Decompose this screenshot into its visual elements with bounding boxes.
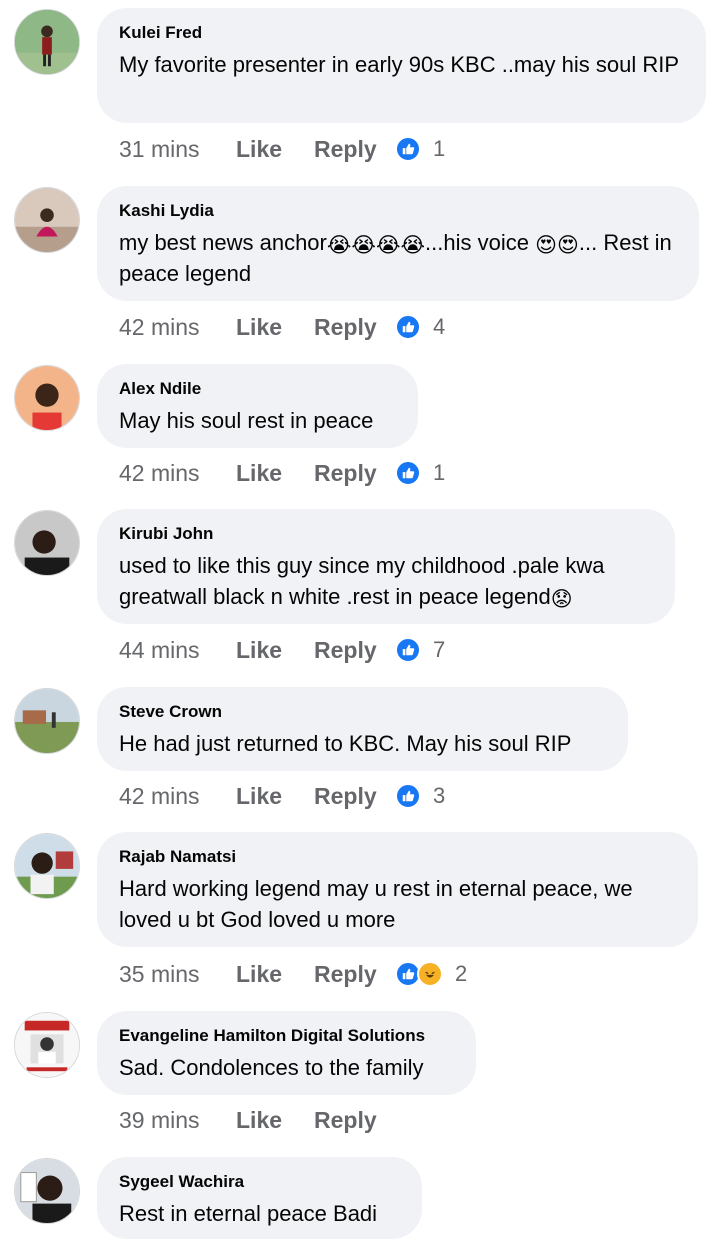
reply-button[interactable]: Reply [314, 136, 395, 163]
comment-actions: 44 mins Like Reply 7 [119, 635, 445, 665]
reply-button[interactable]: Reply [314, 460, 395, 487]
reply-button[interactable]: Reply [314, 961, 395, 988]
comment-time[interactable]: 31 mins [119, 136, 236, 163]
avatar[interactable] [14, 688, 80, 754]
comment-bubble: Kashi Lydia my best news anchor😭😭😭😭...hi… [97, 186, 699, 301]
thumbs-up-icon [395, 136, 421, 162]
like-button[interactable]: Like [236, 637, 314, 664]
comment-time[interactable]: 42 mins [119, 783, 236, 810]
comment-text: Hard working legend may u rest in eterna… [119, 876, 633, 932]
comment-text: used to like this guy since my childhood… [119, 550, 653, 612]
comment-bubble: Rajab Namatsi Hard working legend may u … [97, 832, 698, 947]
thumbs-up-icon [395, 637, 421, 663]
avatar[interactable] [14, 510, 80, 576]
comment-text-part: used to like this guy since my childhood… [119, 553, 605, 609]
comment-text-part: ...his voice [425, 230, 536, 255]
avatar[interactable] [14, 1012, 80, 1078]
worried-emoji: 😟 [550, 588, 573, 611]
comment-text: He had just returned to KBC. May his sou… [119, 731, 572, 756]
commenter-name[interactable]: Steve Crown [119, 702, 606, 722]
reply-button[interactable]: Reply [314, 1107, 395, 1134]
like-button[interactable]: Like [236, 961, 314, 988]
commenter-name[interactable]: Alex Ndile [119, 379, 396, 399]
reaction-count: 4 [433, 314, 446, 339]
like-button[interactable]: Like [236, 136, 314, 163]
like-button[interactable]: Like [236, 783, 314, 810]
heart-eyes-emoji: 😍😍 [535, 234, 579, 257]
comment-text: May his soul rest in peace [119, 408, 374, 433]
comment-text: my best news anchor😭😭😭😭...his voice 😍😍..… [119, 227, 677, 289]
avatar[interactable] [14, 1158, 80, 1224]
comment-actions: 42 mins Like Reply 1 [119, 458, 445, 488]
comment-text: My favorite presenter in early 90s KBC .… [119, 52, 679, 77]
thumbs-up-icon [395, 314, 421, 340]
reply-button[interactable]: Reply [314, 314, 395, 341]
comment-time[interactable]: 39 mins [119, 1107, 236, 1134]
like-button[interactable]: Like [236, 314, 314, 341]
comment-bubble: Kirubi John used to like this guy since … [97, 509, 675, 624]
comment-text-part: my best news anchor [119, 230, 327, 255]
reaction-count: 1 [433, 136, 446, 161]
commenter-name[interactable]: Kashi Lydia [119, 201, 677, 221]
comment-text: Sad. Condolences to the family [119, 1055, 424, 1080]
reaction-summary[interactable]: 3 [395, 783, 445, 809]
reaction-count: 1 [433, 460, 446, 485]
comment-time[interactable]: 42 mins [119, 314, 236, 341]
commenter-name[interactable]: Evangeline Hamilton Digital Solutions [119, 1026, 454, 1046]
reaction-summary[interactable]: 7 [395, 637, 445, 663]
commenter-name[interactable]: Rajab Namatsi [119, 847, 676, 867]
thumbs-up-icon [395, 460, 421, 486]
commenter-name[interactable]: Kulei Fred [119, 23, 684, 43]
comment-bubble: Sygeel Wachira Rest in eternal peace Bad… [97, 1157, 422, 1239]
reaction-count: 3 [433, 783, 446, 808]
haha-icon [417, 961, 443, 987]
comment-bubble: Steve Crown He had just returned to KBC.… [97, 687, 628, 771]
comment-bubble: Alex Ndile May his soul rest in peace [97, 364, 418, 448]
like-button[interactable]: Like [236, 1107, 314, 1134]
comment-actions: 42 mins Like Reply 3 [119, 781, 445, 811]
crying-emoji: 😭😭😭😭 [326, 234, 426, 257]
commenter-name[interactable]: Kirubi John [119, 524, 653, 544]
avatar[interactable] [14, 187, 80, 253]
reaction-count: 7 [433, 637, 446, 662]
reply-button[interactable]: Reply [314, 637, 395, 664]
avatar[interactable] [14, 833, 80, 899]
comment-text: Rest in eternal peace Badi [119, 1201, 378, 1226]
comment-bubble: Evangeline Hamilton Digital Solutions Sa… [97, 1011, 476, 1095]
avatar[interactable] [14, 9, 80, 75]
comment-actions: 42 mins Like Reply 4 [119, 312, 445, 342]
comment-actions: 35 mins Like Reply 2 [119, 959, 467, 989]
thumbs-up-icon [395, 783, 421, 809]
reaction-summary[interactable]: 1 [395, 460, 445, 486]
reaction-count: 2 [455, 961, 468, 986]
commenter-name[interactable]: Sygeel Wachira [119, 1172, 400, 1192]
reaction-summary[interactable]: 1 [395, 136, 445, 162]
comment-actions: 31 mins Like Reply 1 [119, 134, 445, 164]
avatar[interactable] [14, 365, 80, 431]
comment-bubble: Kulei Fred My favorite presenter in earl… [97, 8, 706, 123]
reaction-summary[interactable]: 4 [395, 314, 445, 340]
comment-time[interactable]: 42 mins [119, 460, 236, 487]
reply-button[interactable]: Reply [314, 783, 395, 810]
reaction-summary[interactable]: 2 [395, 961, 467, 987]
comment-actions: 39 mins Like Reply [119, 1105, 395, 1135]
comment-time[interactable]: 44 mins [119, 637, 236, 664]
like-button[interactable]: Like [236, 460, 314, 487]
comment-time[interactable]: 35 mins [119, 961, 236, 988]
